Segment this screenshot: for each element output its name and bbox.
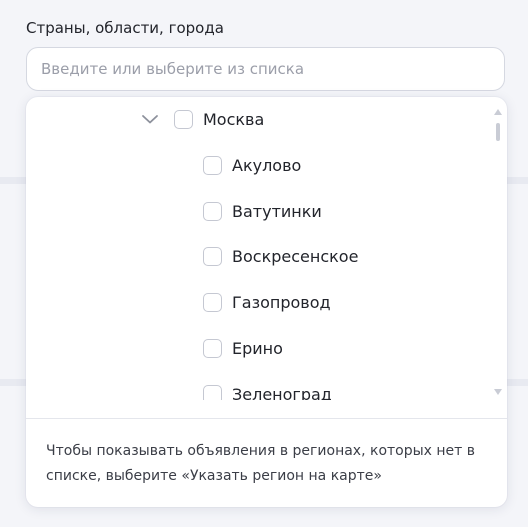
region-label: Ерино <box>232 338 283 358</box>
scroll-thumb[interactable] <box>496 123 500 141</box>
scroll-down-arrow-icon[interactable] <box>494 389 502 395</box>
region-checkbox[interactable] <box>174 109 193 129</box>
region-search-input[interactable] <box>41 48 481 90</box>
chevron-down-icon[interactable] <box>140 109 160 129</box>
region-label: Зеленоград <box>232 384 332 401</box>
region-item-zelenograd[interactable]: Зеленоград <box>203 382 332 400</box>
region-item-moscow[interactable]: Москва <box>140 107 264 131</box>
region-item-erino[interactable]: Ерино <box>203 336 283 360</box>
region-checkbox[interactable] <box>203 384 222 400</box>
scroll-up-arrow-icon[interactable] <box>494 109 502 115</box>
region-search-box[interactable] <box>26 47 505 91</box>
region-checkbox[interactable] <box>203 246 222 266</box>
page: Страны, области, города Москва Акулово <box>0 0 528 527</box>
region-checkbox[interactable] <box>203 155 222 175</box>
region-label: Газопровод <box>232 292 331 312</box>
dropdown-divider <box>26 418 507 419</box>
region-label: Воскресенское <box>232 246 359 266</box>
region-item-akulovo[interactable]: Акулово <box>203 153 301 177</box>
region-checkbox[interactable] <box>203 338 222 358</box>
region-item-vatutinki[interactable]: Ватутинки <box>203 199 322 223</box>
list-scrollbar[interactable] <box>493 105 503 399</box>
region-checkbox[interactable] <box>203 201 222 221</box>
region-label: Ватутинки <box>232 201 322 221</box>
region-checkbox[interactable] <box>203 292 222 312</box>
region-item-voskresenskoe[interactable]: Воскресенское <box>203 244 358 268</box>
dropdown-hint: Чтобы показывать объявления в регионах, … <box>46 443 476 484</box>
region-label: Москва <box>203 109 265 129</box>
field-label: Страны, области, города <box>26 19 224 37</box>
region-list[interactable]: Москва Акулово Ватутинки Воскресенское Г… <box>26 97 496 400</box>
region-dropdown: Москва Акулово Ватутинки Воскресенское Г… <box>26 97 507 507</box>
region-label: Акулово <box>232 155 302 175</box>
region-item-gazoprovod[interactable]: Газопровод <box>203 290 331 314</box>
